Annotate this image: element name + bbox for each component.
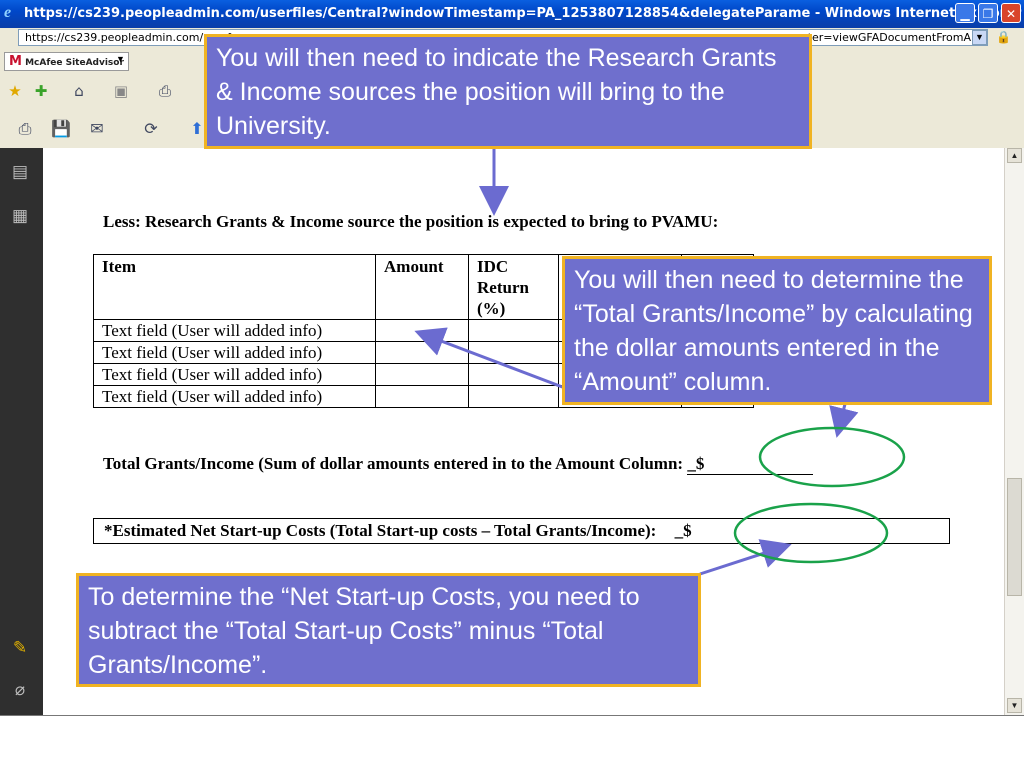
home-icon[interactable]: ⌂: [68, 80, 90, 102]
scroll-thumb[interactable]: [1007, 478, 1022, 596]
table-cell[interactable]: [375, 319, 469, 342]
minimize-button[interactable]: ▁: [955, 3, 975, 23]
scroll-down-arrow-icon[interactable]: ▼: [1007, 698, 1022, 713]
table-cell[interactable]: Text field (User will added info): [93, 319, 376, 342]
table-cell[interactable]: Text field (User will added info): [93, 385, 376, 408]
attachments-icon[interactable]: ⌀: [8, 678, 32, 702]
callout-research-grants: You will then need to indicate the Resea…: [204, 34, 812, 149]
window-bottom-border: [0, 715, 1024, 716]
window-title: https://cs239.peopleadmin.com/userfiles/…: [24, 6, 1022, 21]
restore-icon: ❐: [982, 7, 994, 21]
favorites-star-icon[interactable]: ★: [4, 80, 26, 102]
pdf-navigation-panel: ▤ ▦ ✎ ⌀: [0, 148, 43, 715]
minimize-icon: ▁: [960, 7, 970, 21]
net-startup-field[interactable]: _$: [674, 519, 821, 544]
collaborate-icon[interactable]: ⟳: [140, 118, 162, 140]
callout-total-grants: You will then need to determine the “Tot…: [562, 256, 992, 405]
dropdown-icon: ▼: [975, 32, 984, 42]
scroll-up-arrow-icon[interactable]: ▲: [1007, 148, 1022, 163]
ie-logo-icon: e: [4, 4, 12, 21]
column-header: IDC Return (%): [468, 254, 559, 320]
total-grants-label: Total Grants/Income (Sum of dollar amoun…: [103, 454, 684, 473]
window-title-bar: e https://cs239.peopleadmin.com/userfile…: [0, 0, 1024, 28]
print-icon[interactable]: ⎙: [154, 80, 176, 102]
callout-net-startup: To determine the “Net Start-up Costs, yo…: [76, 573, 701, 687]
column-header: Amount: [375, 254, 469, 320]
print-tool-icon[interactable]: ⎙: [14, 118, 36, 140]
table-cell[interactable]: Text field (User will added info): [93, 341, 376, 364]
mcafee-logo-mark: M: [9, 54, 22, 69]
grants-heading: Less: Research Grants & Income source th…: [103, 212, 719, 231]
close-icon: ✕: [1005, 7, 1017, 21]
siteadvisor-label: McAfee SiteAdvisor: [25, 58, 124, 68]
total-grants-prefix: _$: [687, 454, 705, 473]
siteadvisor-dropdown-icon[interactable]: ▼: [116, 54, 125, 64]
net-startup-box: *Estimated Net Start-up Costs (Total Sta…: [93, 518, 950, 544]
feeds-icon[interactable]: ▣: [110, 80, 132, 102]
table-cell[interactable]: [375, 341, 469, 364]
address-text-left: https://cs239.peopleadmin.com/userf: [25, 31, 232, 44]
restore-button[interactable]: ❐: [978, 3, 998, 23]
table-cell[interactable]: [375, 363, 469, 386]
add-favorites-icon[interactable]: ✚: [30, 80, 52, 102]
close-button[interactable]: ✕: [1001, 3, 1021, 23]
bookmarks-icon[interactable]: ▦: [8, 204, 32, 228]
comments-icon[interactable]: ✎: [8, 636, 32, 660]
siteadvisor-button[interactable]: M McAfee SiteAdvisor: [4, 52, 129, 71]
table-cell[interactable]: [468, 385, 559, 408]
column-header: Item: [93, 254, 376, 320]
address-dropdown-button[interactable]: ▼: [972, 30, 987, 45]
total-grants-line: Total Grants/Income (Sum of dollar amoun…: [103, 454, 814, 475]
table-cell[interactable]: [468, 363, 559, 386]
table-cell[interactable]: [468, 319, 559, 342]
email-icon[interactable]: ✉: [86, 118, 108, 140]
pages-icon[interactable]: ▤: [8, 160, 32, 184]
table-cell[interactable]: [468, 341, 559, 364]
table-cell[interactable]: [375, 385, 469, 408]
vertical-scrollbar[interactable]: ▲ ▼: [1004, 148, 1024, 715]
net-startup-label: *Estimated Net Start-up Costs (Total Sta…: [104, 521, 657, 540]
net-startup-prefix: _$: [674, 521, 692, 540]
table-cell[interactable]: Text field (User will added info): [93, 363, 376, 386]
save-icon[interactable]: 💾: [50, 118, 72, 140]
lock-icon[interactable]: 🔒: [996, 30, 1011, 45]
total-grants-field[interactable]: _$: [687, 454, 814, 475]
